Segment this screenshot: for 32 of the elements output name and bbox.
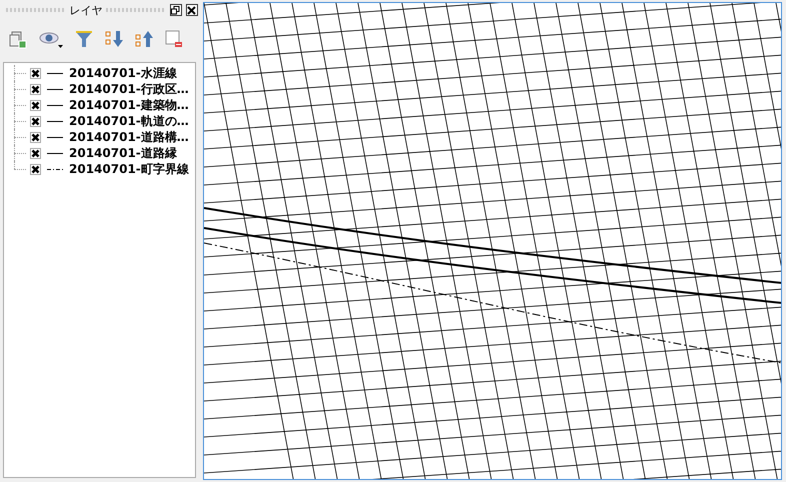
line-symbol-icon — [47, 168, 63, 170]
close-button[interactable] — [186, 4, 198, 16]
layer-name[interactable]: 20140701-町字界線 — [69, 160, 189, 178]
float-button[interactable] — [170, 4, 182, 16]
add-group-icon[interactable] — [8, 29, 28, 49]
layer-checkbox[interactable] — [30, 84, 41, 94]
line-symbol-icon — [47, 104, 63, 106]
line-symbol-icon — [47, 120, 63, 122]
collapse-all-icon[interactable] — [134, 29, 154, 49]
panel-title: レイヤ — [69, 2, 102, 18]
expand-all-icon[interactable] — [104, 29, 124, 49]
close-icon — [187, 6, 196, 14]
map-drawing[interactable] — [204, 3, 781, 479]
filter-icon[interactable] — [74, 29, 94, 49]
layer-name[interactable]: 20140701-行政区… — [69, 80, 189, 98]
layer-checkbox[interactable] — [30, 148, 41, 158]
layer-name[interactable]: 20140701-道路構… — [69, 128, 189, 146]
layer-name[interactable]: 20140701-道路縁 — [69, 144, 177, 162]
layer-checkbox[interactable] — [30, 68, 41, 78]
restore-icon — [171, 6, 180, 14]
layer-checkbox[interactable] — [30, 116, 41, 126]
layer-name[interactable]: 20140701-建築物… — [69, 96, 189, 114]
layer-checkbox[interactable] — [30, 100, 41, 110]
layer-checkbox[interactable] — [30, 164, 41, 174]
remove-layer-icon[interactable] — [164, 29, 184, 49]
line-symbol-icon — [47, 152, 63, 154]
layer-name[interactable]: 20140701-軌道の… — [69, 112, 189, 130]
line-symbol-icon — [47, 136, 63, 138]
line-symbol-icon — [47, 88, 63, 90]
layer-checkbox[interactable] — [30, 132, 41, 142]
layer-name[interactable]: 20140701-水涯線 — [69, 64, 177, 82]
line-symbol-icon — [47, 72, 63, 74]
